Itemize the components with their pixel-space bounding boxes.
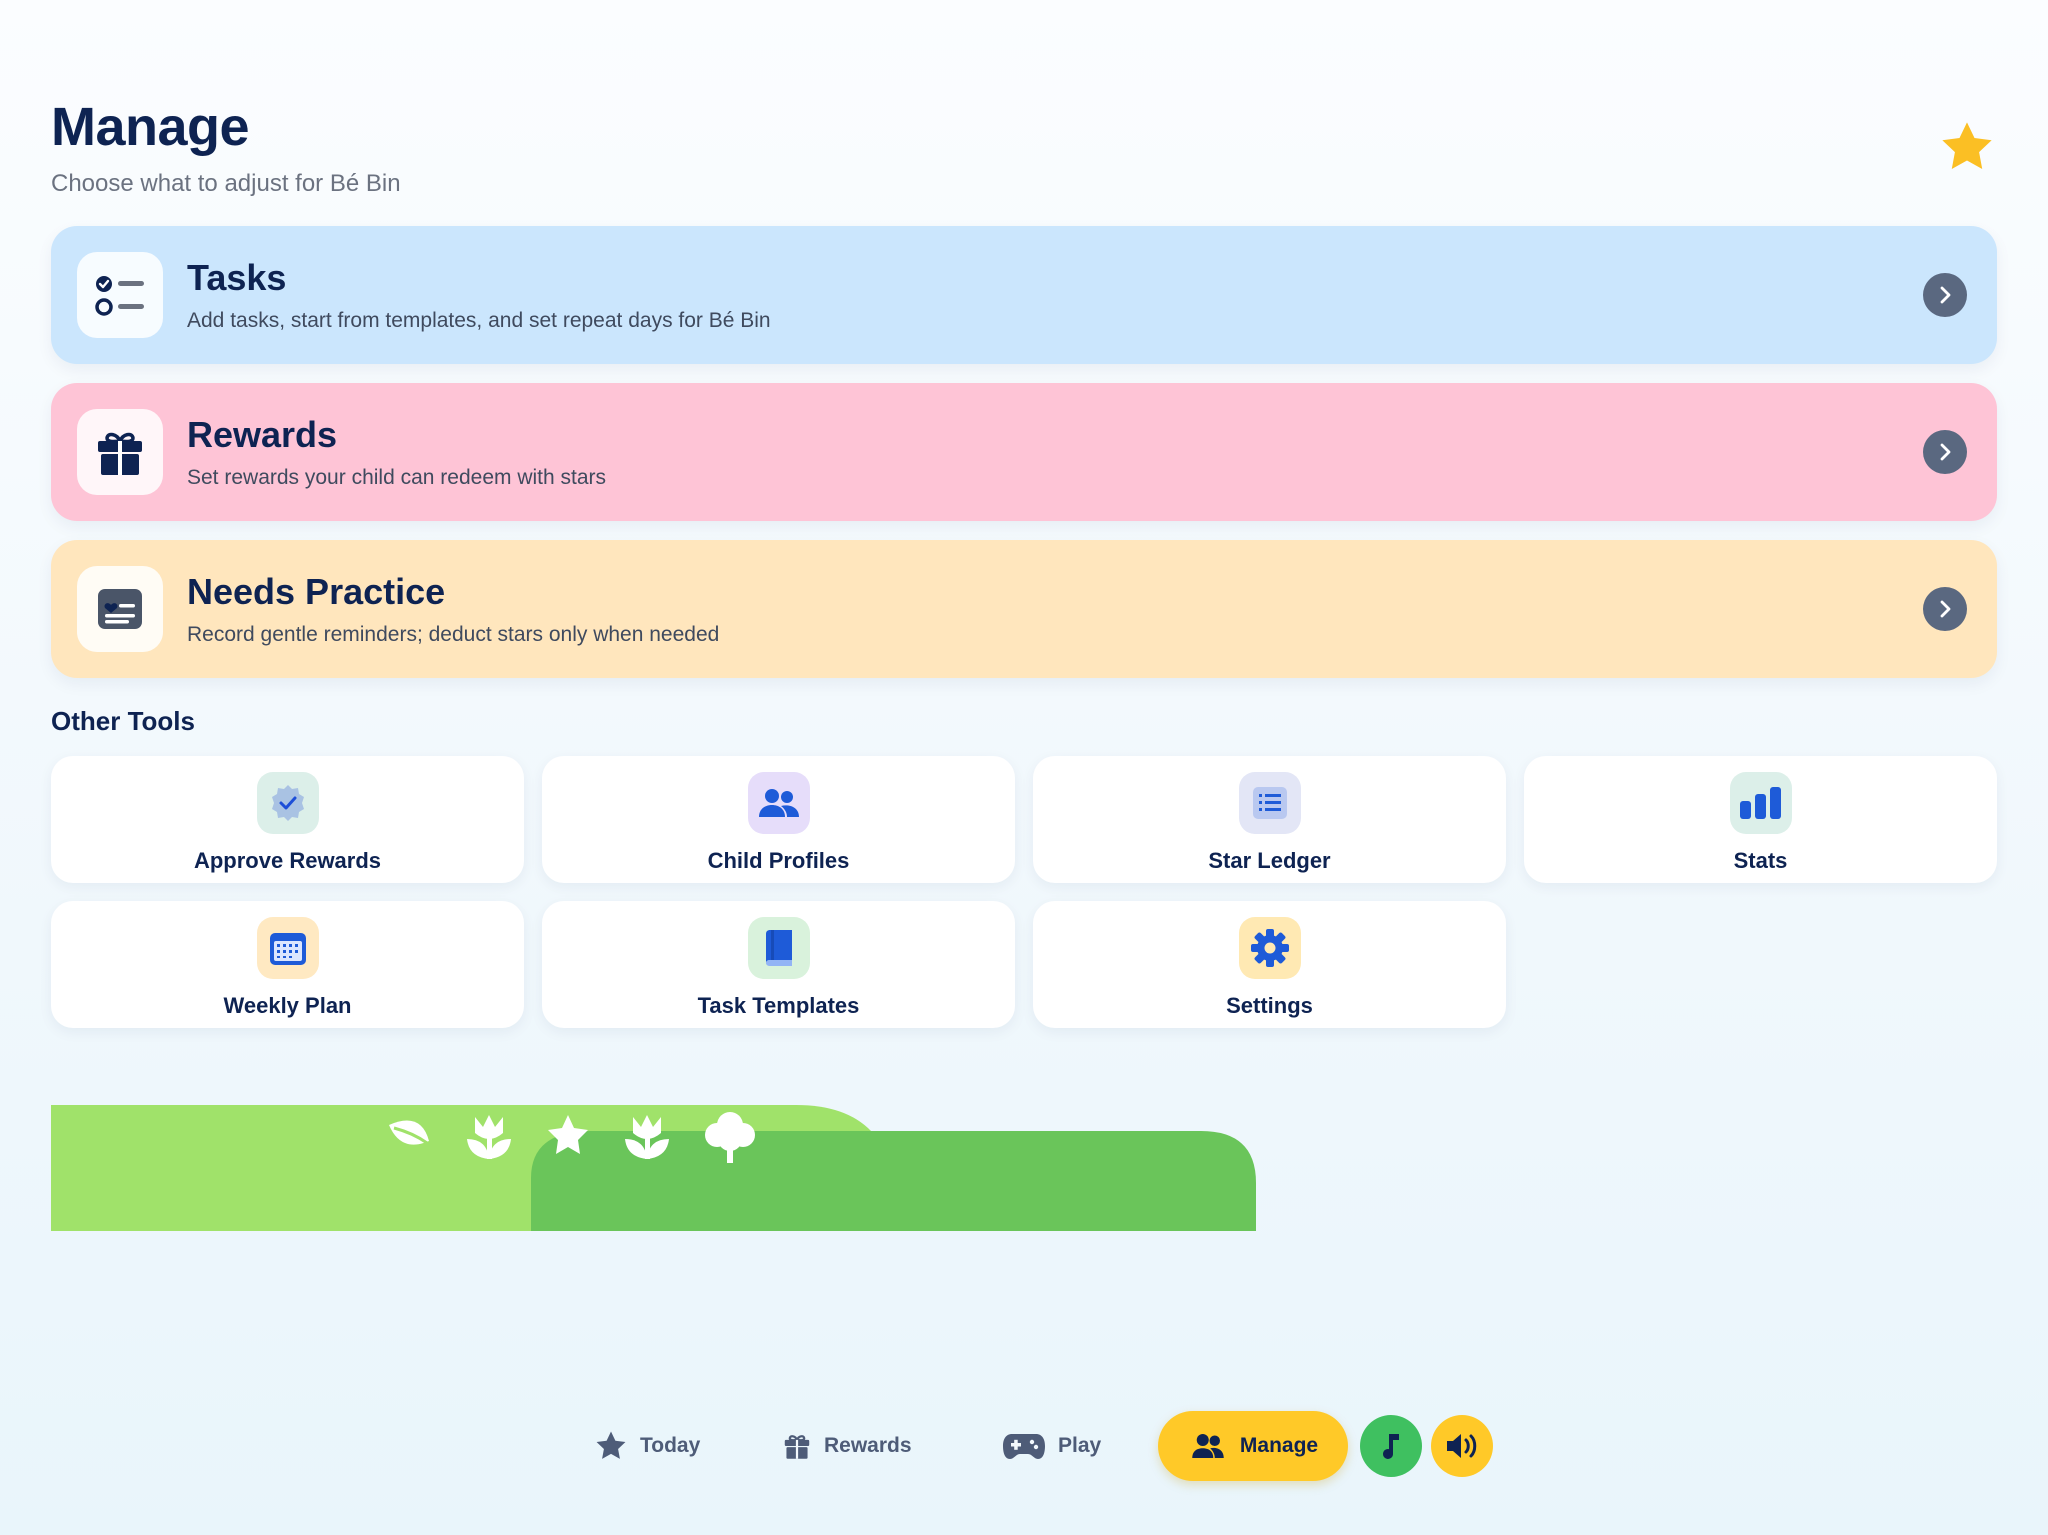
weekly-plan-label: Weekly Plan <box>223 993 352 1018</box>
chevron-right-icon[interactable] <box>1923 273 1967 317</box>
nav-today-label: Today <box>640 1434 701 1457</box>
star-icon <box>1942 122 1992 169</box>
weekly-plan-button[interactable]: Weekly Plan <box>51 901 524 1028</box>
verified-badge-icon <box>256 772 319 834</box>
star-ledger-label: Star Ledger <box>1208 848 1331 873</box>
nav-rewards-label: Rewards <box>824 1434 912 1457</box>
gift-icon <box>784 1435 810 1459</box>
manage-cards: Tasks Add tasks, start from templates, a… <box>51 226 1997 697</box>
people-icon <box>1192 1434 1224 1458</box>
rewards-card-description: Set rewards your child can redeem with s… <box>187 466 607 489</box>
star-ledger-button[interactable]: Star Ledger <box>1033 756 1506 883</box>
page-title: Manage <box>51 97 250 157</box>
needs-practice-card[interactable]: Needs Practice Record gentle reminders; … <box>51 540 1997 678</box>
gift-icon <box>77 409 163 495</box>
approve-rewards-label: Approve Rewards <box>193 848 382 873</box>
speaker-icon <box>1447 1434 1477 1458</box>
tasks-card-title: Tasks <box>187 257 287 298</box>
heart-note-icon <box>77 566 163 652</box>
needs-practice-card-title: Needs Practice <box>187 571 446 612</box>
page-subtitle: Choose what to adjust for Bé Bin <box>51 170 401 197</box>
task-templates-label: Task Templates <box>697 993 860 1018</box>
chevron-right-icon[interactable] <box>1923 430 1967 474</box>
checklist-icon <box>77 252 163 338</box>
nav-manage-label: Manage <box>1239 1434 1319 1457</box>
nav-today[interactable]: Today <box>594 1411 700 1481</box>
music-button[interactable] <box>1360 1415 1422 1477</box>
approve-rewards-button[interactable]: Approve Rewards <box>51 756 524 883</box>
nav-play-label: Play <box>1058 1434 1102 1457</box>
manage-page: Manage Choose what to adjust for Bé Bin … <box>0 0 2048 1535</box>
bar-chart-icon <box>1729 772 1792 834</box>
tasks-card[interactable]: Tasks Add tasks, start from templates, a… <box>51 226 1997 364</box>
nav-rewards[interactable]: Rewards <box>782 1411 912 1481</box>
calendar-icon <box>256 917 319 979</box>
star-icon <box>596 1431 626 1459</box>
garden-illustration <box>51 1105 1256 1231</box>
stats-label: Stats <box>1733 848 1788 873</box>
child-profiles-button[interactable]: Child Profiles <box>542 756 1015 883</box>
settings-label: Settings <box>1226 993 1313 1018</box>
rewards-card-title: Rewards <box>187 414 338 455</box>
gear-icon <box>1238 917 1301 979</box>
other-tools-title: Other Tools <box>51 706 195 736</box>
settings-button[interactable]: Settings <box>1033 901 1506 1028</box>
nav-play[interactable]: Play <box>1002 1411 1101 1481</box>
task-templates-button[interactable]: Task Templates <box>542 901 1015 1028</box>
list-icon <box>1238 772 1301 834</box>
chevron-right-icon[interactable] <box>1923 587 1967 631</box>
sound-button[interactable] <box>1431 1415 1493 1477</box>
people-icon <box>747 772 810 834</box>
nav-manage[interactable]: Manage <box>1158 1411 1348 1481</box>
stats-button[interactable]: Stats <box>1524 756 1997 883</box>
music-note-icon <box>1383 1434 1399 1459</box>
tasks-card-description: Add tasks, start from templates, and set… <box>187 309 771 332</box>
header: Manage Choose what to adjust for Bé Bin <box>51 96 401 198</box>
book-icon <box>747 917 810 979</box>
gamepad-icon <box>1003 1434 1045 1459</box>
rewards-card[interactable]: Rewards Set rewards your child can redee… <box>51 383 1997 521</box>
child-profiles-label: Child Profiles <box>707 848 850 873</box>
needs-practice-card-description: Record gentle reminders; deduct stars on… <box>187 623 720 646</box>
